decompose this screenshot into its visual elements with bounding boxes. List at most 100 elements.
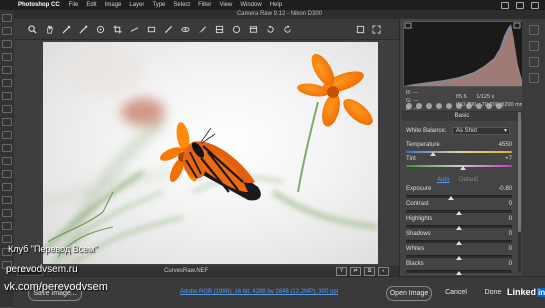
eraser-tool-icon[interactable] — [2, 144, 12, 152]
open-preferences-icon[interactable] — [355, 24, 365, 34]
menu-layer[interactable]: Layer — [129, 0, 144, 10]
red-eye-icon[interactable] — [180, 24, 190, 34]
history-brush-icon[interactable] — [2, 131, 12, 139]
open-image-button[interactable]: Open Image — [386, 286, 432, 301]
side-tool-icon[interactable] — [529, 25, 539, 35]
temperature-slider[interactable] — [406, 151, 512, 153]
adjustment-brush-icon[interactable] — [197, 24, 207, 34]
tint-value[interactable]: +7 — [505, 156, 512, 162]
exposure-slider[interactable] — [406, 195, 512, 198]
menu-view[interactable]: View — [219, 0, 232, 10]
contrast-thumb[interactable] — [456, 211, 462, 215]
copy-settings-icon[interactable]: ⧉ — [364, 267, 375, 276]
presets-tab-icon[interactable] — [486, 103, 492, 109]
highlights-thumb[interactable] — [456, 226, 462, 230]
image-preview-area[interactable] — [14, 40, 399, 266]
done-button[interactable]: Done — [480, 286, 506, 299]
lasso-tool-icon[interactable] — [2, 40, 12, 48]
straighten-icon[interactable] — [129, 24, 139, 34]
hand-tool-icon[interactable] — [2, 248, 12, 256]
effects-tab-icon[interactable] — [466, 103, 472, 109]
type-tool-icon[interactable] — [2, 209, 12, 217]
menu-edit[interactable]: Edit — [86, 0, 96, 10]
full-screen-icon[interactable] — [371, 24, 381, 34]
basic-tab-icon[interactable] — [406, 103, 412, 109]
exposure-thumb[interactable] — [447, 196, 454, 200]
zoom-icon[interactable] — [27, 24, 37, 34]
whites-thumb[interactable] — [456, 256, 462, 260]
menu-help[interactable]: Help — [270, 0, 282, 10]
default-link[interactable]: Default — [459, 177, 478, 183]
exposure-value[interactable]: -0.80 — [498, 186, 512, 192]
menu-type[interactable]: Type — [152, 0, 165, 10]
blur-tool-icon[interactable] — [2, 170, 12, 178]
crop-icon[interactable] — [112, 24, 122, 34]
cancel-button[interactable]: Cancel — [440, 286, 472, 299]
hsl-tab-icon[interactable] — [436, 103, 442, 109]
highlights-value[interactable]: 0 — [509, 216, 512, 222]
split-toning-tab-icon[interactable] — [446, 103, 452, 109]
camera-calibration-tab-icon[interactable] — [476, 103, 482, 109]
side-tool-icon[interactable] — [529, 73, 539, 83]
preferences-icon[interactable] — [248, 24, 258, 34]
radial-filter-icon[interactable] — [231, 24, 241, 34]
zoom-tool-icon[interactable] — [2, 261, 12, 269]
panel-scrollbar[interactable] — [518, 112, 521, 272]
contrast-value[interactable]: 0 — [509, 201, 512, 207]
tone-curve-tab-icon[interactable] — [416, 103, 422, 109]
dodge-tool-icon[interactable] — [2, 183, 12, 191]
pen-tool-icon[interactable] — [2, 196, 12, 204]
workflow-options-link[interactable]: Adobe RGB (1998); 16 bit; 4288 by 2848 (… — [180, 289, 338, 295]
white-balance-icon[interactable] — [61, 24, 71, 34]
adjustment-panel: R: --- G: --- B: --- f/5.6 1/125 s ISO 2… — [399, 19, 545, 276]
eyedropper-tool-icon[interactable] — [2, 79, 12, 87]
save-image-button[interactable]: Save Image... — [28, 286, 82, 301]
app-name[interactable]: Photoshop CC — [18, 0, 60, 10]
tint-slider[interactable] — [406, 165, 512, 167]
healing-tool-icon[interactable] — [2, 92, 12, 100]
rotate-right-icon[interactable] — [282, 24, 292, 34]
snapshots-tab-icon[interactable] — [496, 103, 502, 109]
gradient-tool-icon[interactable] — [2, 157, 12, 165]
shadows-thumb[interactable] — [456, 241, 462, 245]
white-balance-select[interactable]: As Shot ▾ — [452, 127, 510, 135]
temperature-value[interactable]: 4550 — [499, 142, 512, 148]
menu-select[interactable]: Select — [173, 0, 190, 10]
detail-tab-icon[interactable] — [426, 103, 432, 109]
transform-icon[interactable] — [146, 24, 156, 34]
hand-icon[interactable] — [44, 24, 54, 34]
graduated-filter-icon[interactable] — [214, 24, 224, 34]
path-select-tool-icon[interactable] — [2, 222, 12, 230]
lens-tab-icon[interactable] — [456, 103, 462, 109]
swap-settings-icon[interactable]: ⇄ — [350, 267, 361, 276]
shape-tool-icon[interactable] — [2, 235, 12, 243]
blacks-thumb[interactable] — [456, 271, 462, 275]
shadows-value[interactable]: 0 — [509, 231, 512, 237]
menu-extra-icon[interactable] — [531, 1, 539, 9]
before-after-toggle[interactable]: Y — [336, 267, 347, 276]
rotate-left-icon[interactable] — [265, 24, 275, 34]
targeted-adjustment-icon[interactable] — [95, 24, 105, 34]
marquee-tool-icon[interactable] — [2, 27, 12, 35]
toggle-settings-icon[interactable]: ◐ — [378, 267, 389, 276]
menu-window[interactable]: Window — [240, 0, 261, 10]
stamp-tool-icon[interactable] — [2, 118, 12, 126]
side-tool-icon[interactable] — [529, 57, 539, 67]
menu-filter[interactable]: Filter — [198, 0, 211, 10]
spot-removal-icon[interactable] — [163, 24, 173, 34]
color-sampler-icon[interactable] — [78, 24, 88, 34]
menu-file[interactable]: File — [69, 0, 79, 10]
crop-tool-icon[interactable] — [2, 66, 12, 74]
zoom-level-select[interactable]: 18.1% — [17, 267, 43, 276]
scrollbar-thumb[interactable] — [518, 112, 521, 232]
menu-image[interactable]: Image — [105, 0, 122, 10]
side-tool-icon[interactable] — [529, 41, 539, 51]
quick-select-tool-icon[interactable] — [2, 53, 12, 61]
move-tool-icon[interactable] — [2, 14, 12, 22]
brush-tool-icon[interactable] — [2, 105, 12, 113]
tint-thumb[interactable] — [460, 166, 466, 170]
auto-link[interactable]: Auto — [437, 177, 449, 183]
whites-value[interactable]: 0 — [509, 246, 512, 252]
photo-preview[interactable] — [43, 42, 378, 264]
blacks-value[interactable]: 0 — [509, 261, 512, 267]
